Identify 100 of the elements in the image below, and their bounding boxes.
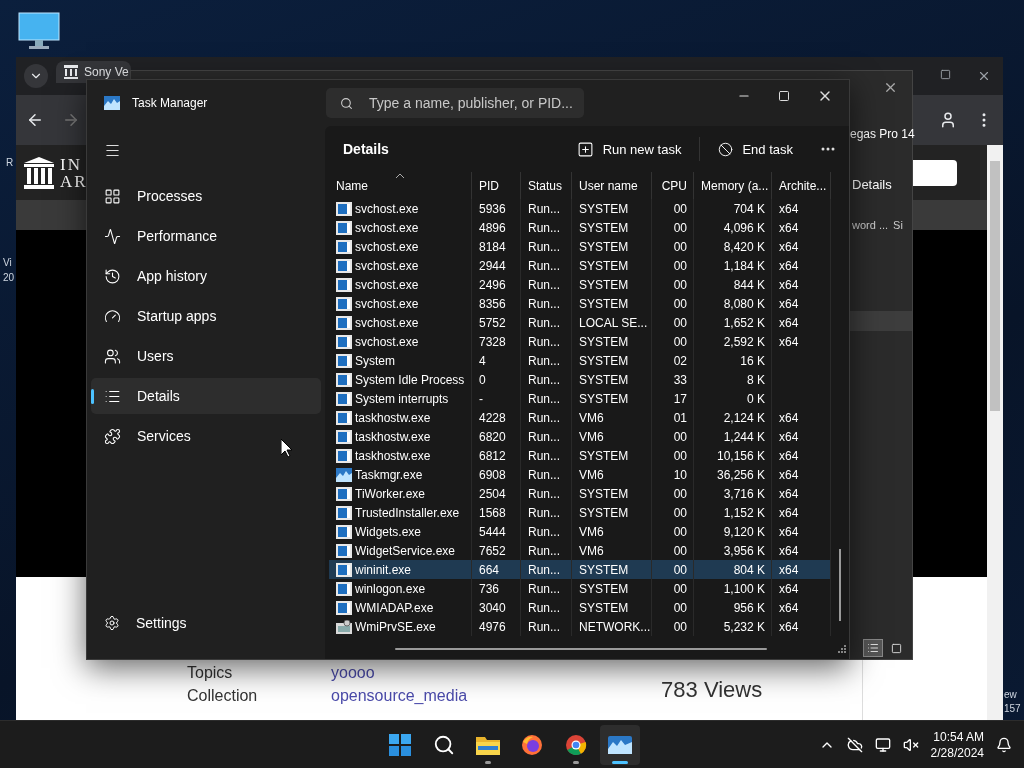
- table-cell: WMIADAP.exe: [355, 600, 434, 615]
- forward-icon[interactable]: [62, 111, 80, 129]
- table-row[interactable]: svchost.exe 4896 Run... SYSTEM 00 4,096 K x64: [329, 218, 830, 237]
- notification-icon[interactable]: [996, 736, 1012, 753]
- clock[interactable]: 10:54 AM 2/28/2024: [930, 728, 984, 761]
- table-cell: x64: [779, 277, 799, 292]
- tab-label[interactable]: Details: [852, 177, 892, 192]
- table-cell: 00: [673, 619, 687, 634]
- table-cell: 16 K: [740, 353, 765, 368]
- taskbar-app[interactable]: [600, 725, 640, 765]
- column-header[interactable]: CPU: [652, 172, 694, 199]
- table-cell: -: [479, 391, 483, 406]
- table-row[interactable]: svchost.exe 5936 Run... SYSTEM 00 704 K x64: [329, 199, 830, 218]
- nav-item[interactable]: Users: [91, 338, 321, 374]
- table-row[interactable]: Taskmgr.exe 6908 Run... VM6 10 36,256 K x64: [329, 465, 830, 484]
- table-cell: Run...: [528, 486, 560, 501]
- resize-grip-icon[interactable]: [837, 644, 847, 654]
- table-row[interactable]: taskhostw.exe 4228 Run... VM6 01 2,124 K x64: [329, 408, 830, 427]
- table-cell: svchost.exe: [355, 334, 419, 349]
- cloud-off-icon[interactable]: [846, 736, 863, 753]
- table-row[interactable]: svchost.exe 2944 Run... SYSTEM 00 1,184 K x64: [329, 256, 830, 275]
- table-row[interactable]: taskhostw.exe 6820 Run... VM6 00 1,244 K x64: [329, 427, 830, 446]
- column-header[interactable]: Archite...: [772, 172, 831, 199]
- view-button[interactable]: [863, 639, 883, 657]
- chrome-icon: [565, 734, 587, 756]
- horizontal-scrollbar[interactable]: [395, 648, 767, 650]
- vertical-scrollbar[interactable]: [839, 549, 841, 621]
- settings-item[interactable]: Settings: [91, 605, 321, 641]
- table-cell: 2,124 K: [723, 410, 765, 425]
- table-cell: x64: [779, 448, 799, 463]
- table-cell: SYSTEM: [579, 296, 629, 311]
- nav-item[interactable]: Services: [91, 418, 321, 454]
- table-cell: 5936: [479, 201, 506, 216]
- table-row[interactable]: taskhostw.exe 6812 Run... SYSTEM 00 10,156 K x64: [329, 446, 830, 465]
- search-icon: [340, 96, 353, 110]
- action-button[interactable]: End task: [708, 135, 803, 163]
- table-row[interactable]: svchost.exe 8184 Run... SYSTEM 00 8,420 K x64: [329, 237, 830, 256]
- table-row[interactable]: System Idle Process 0 Run... SYSTEM 33 8 K: [329, 370, 830, 389]
- blocked-icon: [718, 141, 734, 157]
- muted-speaker-icon[interactable]: [902, 736, 919, 753]
- table-cell: x64: [779, 258, 799, 273]
- table-cell: svchost.exe: [355, 277, 419, 292]
- table-row[interactable]: System interrupts - Run... SYSTEM 17 0 K: [329, 389, 830, 408]
- column-header[interactable]: User name: [572, 172, 652, 199]
- table-row[interactable]: svchost.exe 7328 Run... SYSTEM 00 2,592 K x64: [329, 332, 830, 351]
- settings-icon: [104, 615, 120, 631]
- table-row[interactable]: svchost.exe 5752 Run... LOCAL SE... 00 1,652 K x64: [329, 313, 830, 332]
- column-header[interactable]: Name: [329, 172, 472, 199]
- table-row[interactable]: wininit.exe 664 Run... SYSTEM 00 804 K x64: [329, 560, 830, 579]
- table-cell: 10,156 K: [716, 448, 765, 463]
- column-header[interactable]: word ...: [852, 219, 889, 231]
- tab-list-button[interactable]: [24, 64, 48, 88]
- views-count: 783 Views: [661, 677, 763, 703]
- table-row[interactable]: svchost.exe 2496 Run... SYSTEM 00 844 K x64: [329, 275, 830, 294]
- nav-item[interactable]: Processes: [91, 178, 321, 214]
- nav-item[interactable]: Startup apps: [91, 298, 321, 334]
- table-row[interactable]: TiWorker.exe 2504 Run... SYSTEM 00 3,716 K x64: [329, 484, 830, 503]
- table-cell: 5,232 K: [723, 619, 765, 634]
- window-icon: [336, 220, 352, 235]
- column-header[interactable]: Si: [893, 219, 903, 231]
- action-button[interactable]: Run new task: [566, 134, 692, 164]
- search-field[interactable]: Type a name, publisher, or PID...: [326, 88, 584, 118]
- table-row[interactable]: Widgets.exe 5444 Run... VM6 00 9,120 K x64: [329, 522, 830, 541]
- close-icon[interactable]: [977, 69, 991, 83]
- column-header[interactable]: PID: [472, 172, 521, 199]
- table-cell: x64: [779, 543, 799, 558]
- profile-icon[interactable]: [939, 111, 957, 129]
- add-task-icon: [576, 140, 594, 158]
- more-button[interactable]: [821, 147, 835, 151]
- metadata-link[interactable]: yoooo: [331, 663, 468, 682]
- table-cell: 4896: [479, 220, 506, 235]
- table-row[interactable]: winlogon.exe 736 Run... SYSTEM 00 1,100 K x64: [329, 579, 830, 598]
- windows-logo-icon: [389, 734, 411, 756]
- table-cell: 02: [673, 353, 687, 368]
- maximize-icon[interactable]: [940, 69, 951, 80]
- table-cell: SYSTEM: [579, 239, 629, 254]
- back-icon[interactable]: [26, 111, 44, 129]
- table-row[interactable]: WmiPrvSE.exe 4976 Run... NETWORK... 00 5,232 K x64: [329, 617, 830, 636]
- window-icon: [336, 562, 352, 577]
- table-cell: 1,244 K: [723, 429, 765, 444]
- table-row[interactable]: TrustedInstaller.exe 1568 Run... SYSTEM 00 1,152 K x64: [329, 503, 830, 522]
- metadata-link[interactable]: opensource_media: [331, 686, 468, 705]
- nav-item[interactable]: Details: [91, 378, 321, 414]
- edge-text: 20: [3, 271, 15, 284]
- computer-icon[interactable]: [18, 12, 60, 50]
- table-cell: 8184: [479, 239, 506, 254]
- maximize-button[interactable]: [778, 88, 790, 104]
- column-header[interactable]: Memory (a...: [694, 172, 772, 199]
- monitor-icon[interactable]: [874, 736, 891, 753]
- table-row[interactable]: System 4 Run... SYSTEM 02 16 K: [329, 351, 830, 370]
- table-cell: 00: [673, 258, 687, 273]
- table-cell: SYSTEM: [579, 581, 629, 596]
- nav-item[interactable]: App history: [91, 258, 321, 294]
- column-header[interactable]: Status: [521, 172, 572, 199]
- table-cell: VM6: [579, 410, 604, 425]
- table-row[interactable]: svchost.exe 8356 Run... SYSTEM 00 8,080 K x64: [329, 294, 830, 313]
- nav-item[interactable]: Performance: [91, 218, 321, 254]
- scrollbar[interactable]: [987, 145, 1003, 720]
- gear-window-icon: [336, 619, 352, 634]
- table-row[interactable]: WMIADAP.exe 3040 Run... SYSTEM 00 956 K x64: [329, 598, 830, 617]
